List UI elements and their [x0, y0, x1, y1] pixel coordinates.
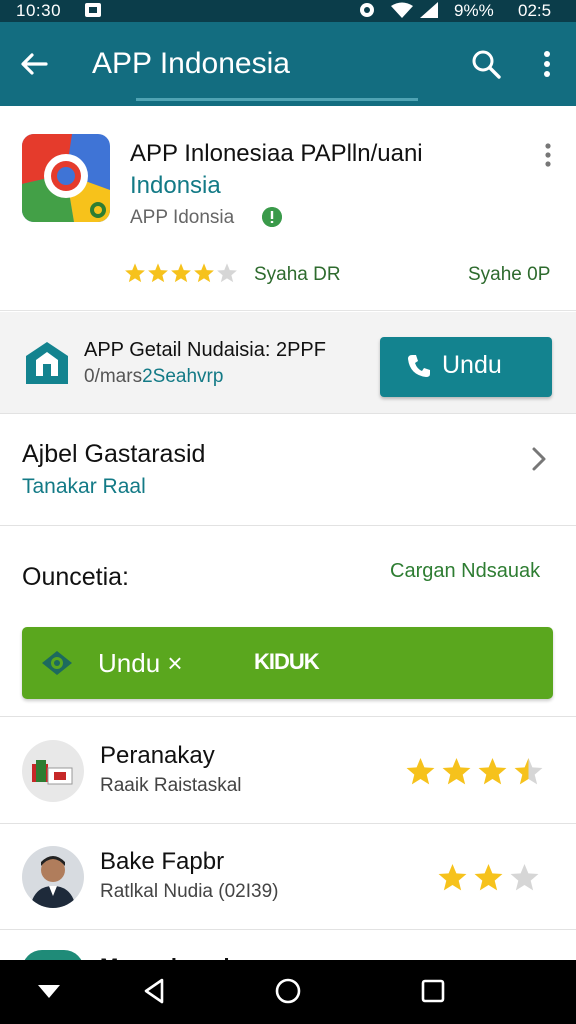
eye-icon: [42, 651, 72, 675]
reviewer-name: Bake Fapbr: [100, 848, 225, 875]
app-developer[interactable]: APP Idonsia: [130, 207, 234, 229]
house-icon: [26, 342, 68, 384]
app-bar-title: APP Indonesia: [92, 47, 290, 80]
reviewer-name: Peranakay: [100, 742, 215, 769]
signal-icon: [420, 2, 438, 18]
star-full-icon: [438, 863, 467, 891]
chevron-down-icon[interactable]: [34, 976, 64, 1006]
install-subtitle-teal: 2Seahvrp: [142, 366, 224, 387]
battery-level: 9%%: [454, 1, 494, 20]
review-item[interactable]: Peranakay Raaik Raistaskal: [0, 718, 576, 824]
review-subtitle: Raaik Raistaskal: [100, 775, 242, 796]
chevron-right-icon: [532, 447, 546, 471]
sync-icon: [360, 3, 374, 17]
star-full-icon: [125, 263, 145, 283]
wifi-icon: [391, 2, 413, 18]
status-clock-right: 02:5: [518, 1, 552, 20]
app-subtitle[interactable]: Indonsia: [130, 172, 221, 200]
star-full-icon: [406, 757, 435, 785]
app-options-icon[interactable]: [540, 142, 556, 168]
install-subtitle: 0/mars2Seahvrp: [84, 366, 223, 388]
app-logo-icon: [22, 134, 110, 222]
review-stars: [400, 756, 544, 792]
install-row: APP Getail Nudaisia: 2PPF 0/mars2Seahvrp…: [0, 312, 576, 414]
system-nav-bar: [0, 960, 576, 1024]
notification-icon: [85, 3, 101, 17]
download-button[interactable]: Undu × KIDUK: [22, 627, 553, 699]
back-arrow-icon[interactable]: [18, 48, 50, 80]
install-subtitle-grey: 0/mars: [84, 366, 143, 387]
app-bar: APP Indonesia: [0, 22, 576, 106]
star-empty-icon: [510, 863, 539, 891]
details-title: Ajbel Gastarasid: [22, 440, 206, 468]
reviewer-avatar: [22, 740, 84, 802]
star-full-icon: [171, 263, 191, 283]
home-icon[interactable]: [273, 976, 303, 1006]
overflow-menu-icon[interactable]: [536, 48, 558, 80]
review-item[interactable]: Bake Fapbr Ratlkal Nudia (02I39): [0, 824, 576, 930]
star-half-icon: [514, 757, 543, 785]
back-icon[interactable]: [140, 976, 170, 1006]
recents-icon[interactable]: [418, 976, 448, 1006]
star-full-icon: [148, 263, 168, 283]
star-empty-icon: [217, 263, 237, 283]
details-row[interactable]: Ajbel Gastarasid Tanakar Raal: [0, 414, 576, 526]
description-link[interactable]: Cargan Ndsauak: [390, 560, 540, 583]
star-full-icon: [474, 863, 503, 891]
download-button-label: Undu ×: [98, 648, 183, 678]
review-subtitle: Ratlkal Nudia (02I39): [100, 881, 279, 902]
status-bar: 10:30 9%% 02:5: [0, 0, 576, 22]
verified-badge-icon: [262, 207, 282, 227]
status-time: 10:30: [16, 1, 62, 20]
install-title: APP Getail Nudaisia: 2PPF: [84, 339, 326, 361]
install-button[interactable]: Undu: [380, 337, 552, 397]
download-button-label-secondary: KIDUK: [254, 649, 320, 674]
app-bar-indicator: [136, 98, 418, 101]
rating-label: Syaha DR: [254, 264, 341, 285]
description-section: Ouncetia: Cargan Ndsauak Undu × KIDUK: [0, 527, 576, 717]
app-header: APP Inlonesiaa PAPlln/uani Indonsia APP …: [0, 106, 576, 311]
details-subtitle: Tanakar Raal: [22, 475, 146, 498]
star-full-icon: [478, 757, 507, 785]
review-stars: [432, 862, 540, 898]
phone-icon: [408, 355, 430, 377]
star-full-icon: [194, 263, 214, 283]
rating-stars: [124, 262, 239, 286]
search-icon[interactable]: [470, 48, 502, 80]
app-name: APP Inlonesiaa PAPlln/uani: [130, 140, 423, 167]
rating-label-right: Syahe 0P: [468, 264, 551, 285]
description-title: Ouncetia:: [22, 563, 130, 591]
star-full-icon: [442, 757, 471, 785]
install-button-label: Undu: [442, 351, 502, 379]
reviewer-avatar: [22, 846, 84, 908]
